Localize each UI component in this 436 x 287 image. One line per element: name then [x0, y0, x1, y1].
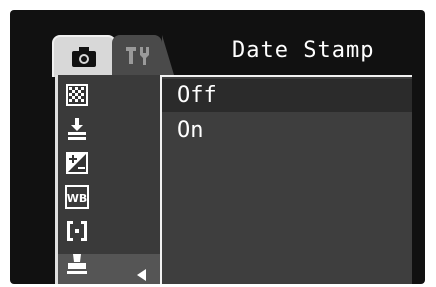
sidebar-item-white-balance[interactable]: WB — [65, 185, 89, 209]
option-off[interactable]: Off — [162, 79, 412, 112]
sidebar-item-metering[interactable] — [65, 219, 89, 243]
sidebar-item-drive-mode[interactable] — [65, 117, 89, 141]
date-stamp-icon — [67, 254, 87, 274]
exposure-compensation-icon — [66, 152, 88, 174]
sidebar-item-date-stamp[interactable] — [65, 253, 89, 277]
svg-text:WB: WB — [67, 192, 88, 205]
sidebar-active-arrow-icon — [137, 269, 146, 281]
tab-setup[interactable] — [112, 35, 174, 75]
sidebar: WB — [55, 75, 160, 284]
sidebar-item-exposure-compensation[interactable] — [65, 151, 89, 175]
wrench-icon — [126, 47, 149, 65]
quality-icon — [66, 84, 88, 106]
camera-icon — [72, 47, 96, 67]
sidebar-item-quality[interactable] — [65, 83, 89, 107]
metering-icon — [67, 221, 87, 241]
white-balance-icon: WB — [65, 185, 89, 209]
option-on[interactable]: On — [162, 114, 412, 147]
options-panel: Off On — [160, 75, 412, 284]
menu-title: Date Stamp — [232, 38, 375, 63]
drive-mode-icon — [68, 118, 86, 140]
camera-menu-screen: Date Stamp WB Off On — [10, 10, 425, 284]
tab-camera[interactable] — [52, 35, 116, 77]
